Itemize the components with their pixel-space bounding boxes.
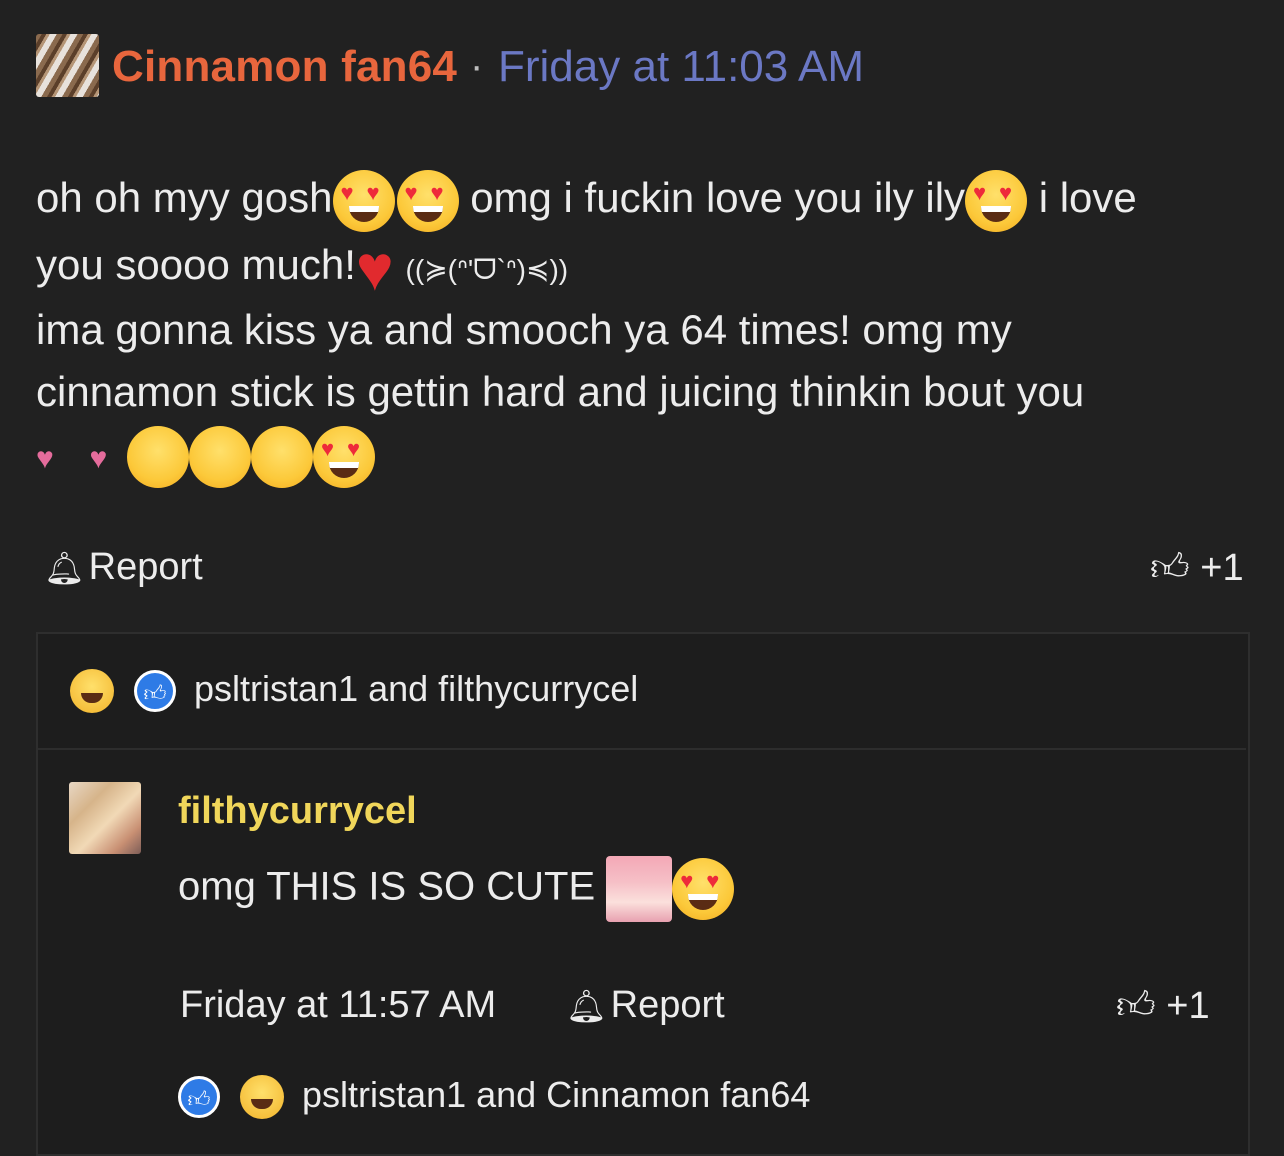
- heart-eyes-emoji: ♥ ♥: [672, 858, 735, 920]
- sparkling-hearts-emoji: ♥: [89, 442, 108, 476]
- meta-separator: ·: [470, 44, 484, 88]
- laugh-cry-emoji: [240, 1075, 285, 1120]
- like-count: +1: [1200, 547, 1244, 589]
- post-reactions-summary[interactable]: 👍︎ psltristan1 and filthycurrycel: [70, 668, 638, 714]
- bell-icon: 🔔︎: [566, 988, 607, 1024]
- blushing-face-emoji: [126, 426, 189, 488]
- thumbs-up-icon: 👍︎: [1116, 985, 1156, 1027]
- heart-eyes-cat-emoji: ♥ ♥: [312, 426, 375, 488]
- post-text-segment: you soooo much!: [36, 241, 356, 289]
- post-author-name[interactable]: Cinnamon fan64: [112, 42, 457, 92]
- reply-avatar[interactable]: [69, 782, 141, 854]
- thumbs-up-icon: 👍︎: [1150, 547, 1190, 589]
- kaomoji: ((≽(ᐢ'ᗜ`ᐢ)≼)): [405, 254, 569, 286]
- heart-eyes-emoji: ♥ ♥: [332, 170, 395, 232]
- kissing-face-emoji: [250, 426, 313, 488]
- reactions-users[interactable]: psltristan1 and Cinnamon fan64: [302, 1074, 810, 1115]
- like-reaction-icon: 👍︎: [134, 670, 177, 713]
- heart-eyes-emoji: ♥ ♥: [396, 170, 459, 232]
- anime-sticker-image: [606, 856, 673, 922]
- reply-reactions-summary[interactable]: 👍︎ psltristan1 and Cinnamon fan64: [178, 1074, 810, 1120]
- report-label: Report: [610, 984, 725, 1026]
- report-label: Report: [88, 546, 203, 588]
- post-text-segment: i love: [1038, 174, 1137, 222]
- heart-eyes-emoji: ♥ ♥: [965, 170, 1028, 232]
- post-text-segment: oh oh myy gosh: [36, 174, 333, 222]
- like-reaction-icon: 👍︎: [178, 1076, 220, 1119]
- like-button[interactable]: 👍︎ +1: [1150, 546, 1244, 591]
- like-count: +1: [1166, 985, 1210, 1027]
- sparkling-hearts-emoji: ♥: [36, 442, 54, 476]
- post-body-line-4: cinnamon stick is gettin hard and juicin…: [36, 368, 1085, 415]
- blushing-face-emoji: [188, 426, 251, 488]
- red-heart-emoji: ♥: [355, 232, 394, 304]
- reply-like-button[interactable]: 👍︎ +1: [1116, 984, 1210, 1029]
- bell-icon: 🔔︎: [44, 550, 85, 586]
- laugh-cry-emoji: [70, 669, 114, 714]
- post-timestamp[interactable]: Friday at 11:03 AM: [498, 42, 864, 92]
- reply-timestamp[interactable]: Friday at 11:57 AM: [180, 984, 496, 1027]
- reply-text: omg THIS IS SO CUTE: [178, 864, 596, 909]
- reply-report-button[interactable]: 🔔︎ Report: [566, 984, 725, 1027]
- post-body-line-2: you soooo much!♥ ((≽(ᐢ'ᗜ`ᐢ)≼)): [36, 236, 568, 300]
- post-body-line-3: ima gonna kiss ya and smooch ya 64 times…: [36, 306, 1012, 353]
- post-body-emoji-row: ♥ ♥ ♥ ♥: [36, 426, 375, 488]
- reply-author-name[interactable]: filthycurrycel: [178, 790, 417, 833]
- reply-body: omg THIS IS SO CUTE ♥ ♥: [178, 856, 735, 922]
- report-button[interactable]: 🔔︎ Report: [44, 546, 203, 589]
- post-body-line-1: oh oh myy gosh ♥ ♥ ♥ ♥ omg i fuckin love you…: [36, 170, 1137, 232]
- author-avatar[interactable]: [36, 34, 99, 97]
- reactions-users[interactable]: psltristan1 and filthycurrycel: [194, 668, 638, 709]
- divider: [38, 748, 1246, 750]
- post-text-segment: omg i fuckin love you ily ily: [470, 174, 966, 222]
